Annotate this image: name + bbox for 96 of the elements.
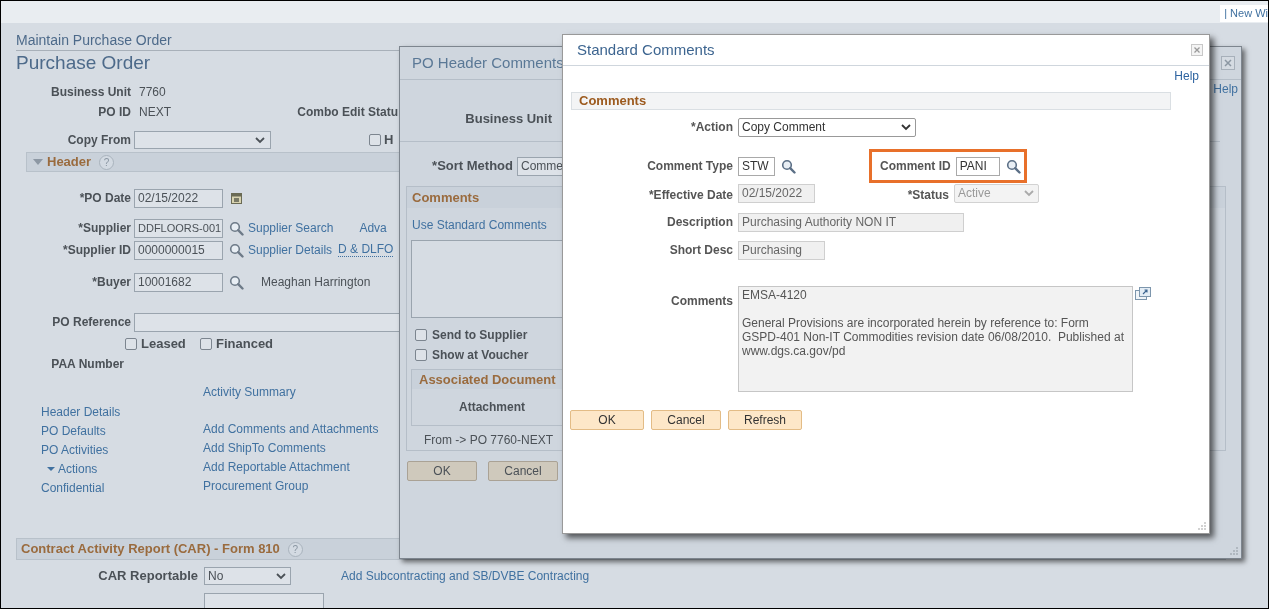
field-label: *PO Date (78, 190, 131, 207)
dropdown-caret-icon (254, 135, 266, 145)
help-icon[interactable]: ? (99, 154, 115, 170)
checkbox[interactable] (200, 338, 212, 350)
link[interactable]: PO Defaults (41, 421, 106, 440)
dropdown-caret-icon (900, 122, 912, 132)
page-title: Purchase Order (16, 51, 151, 75)
field-label: PAA Number (50, 356, 124, 373)
calendar-icon (231, 192, 242, 204)
field-label: Copy From (66, 132, 131, 149)
checkbox-label: Send to Supplier (432, 327, 528, 345)
resize-grip-icon (1198, 522, 1206, 530)
dialog-title: PO Header Comments (412, 52, 564, 73)
dialog-button[interactable]: Cancel (651, 410, 721, 430)
field-label: Description (666, 214, 733, 231)
field-label: Comment Type (646, 158, 733, 175)
field-label: Comment ID (880, 158, 951, 175)
input-field[interactable]: PANI (955, 156, 1000, 176)
field-label: *Status (906, 186, 949, 204)
field-label: *Supplier ID (62, 242, 131, 259)
expand-icon[interactable] (1135, 287, 1151, 300)
link[interactable]: Add ShipTo Comments (203, 438, 326, 457)
field-label: CAR Reportable (97, 567, 198, 586)
field-label: *Action (690, 119, 733, 136)
help-icon[interactable]: ? (287, 541, 303, 557)
link[interactable]: Procurement Group (203, 476, 309, 495)
dropdown[interactable]: No (204, 567, 291, 585)
field-label: *Sort Method (431, 157, 513, 176)
link[interactable]: Supplier Details (248, 241, 333, 259)
field-label: PO ID (97, 104, 131, 121)
link[interactable]: Help (1174, 67, 1199, 85)
checkbox-label: Financed (216, 335, 274, 354)
dropdown[interactable]: Copy Comment (738, 117, 916, 137)
section-title: Header (47, 153, 92, 172)
search-icon (229, 220, 244, 236)
dropdown-caret-icon (275, 571, 287, 581)
buyer-name: Meaghan Harrington (261, 274, 371, 291)
supplier-name-link[interactable]: D & DLFO (338, 243, 394, 257)
field-label: Business Unit (464, 110, 552, 129)
link[interactable]: Add Subcontracting and SB/DVBE Contracting (341, 567, 590, 585)
dropdown[interactable] (134, 131, 271, 149)
close-icon[interactable] (1221, 56, 1235, 70)
search-icon (781, 158, 796, 174)
dialog-button[interactable]: OK (570, 410, 644, 430)
link[interactable]: Actions (58, 459, 98, 478)
link[interactable]: Header Details (41, 402, 121, 421)
search-icon (1005, 158, 1021, 174)
dialog-button[interactable]: Refresh (728, 410, 802, 430)
link[interactable]: Adva (359, 219, 387, 237)
checkbox[interactable] (125, 338, 137, 350)
column-header: Attachment (459, 398, 525, 416)
checkbox-label: Leased (141, 335, 187, 354)
close-icon[interactable] (1191, 44, 1203, 56)
expand-triangle-icon[interactable] (33, 158, 43, 166)
checkbox-label: Show at Voucher (432, 346, 529, 364)
caret-icon (47, 465, 55, 472)
field-label: Combo Edit Statu (296, 104, 398, 121)
link[interactable]: Use Standard Comments (412, 216, 547, 235)
checkbox-label: H (384, 131, 394, 150)
field-label: Comments (670, 293, 733, 310)
field-value: 7760 (139, 84, 166, 101)
link[interactable]: Help (1213, 80, 1238, 98)
search-icon (229, 274, 244, 290)
input-field[interactable]: 10001682 (134, 272, 223, 292)
input-field[interactable]: STW (738, 156, 775, 176)
section-title: Contract Activity Report (CAR) - Form 810 (21, 540, 280, 559)
input-field[interactable]: 02/15/2022 (134, 188, 223, 208)
search-icon (229, 242, 244, 258)
checkbox[interactable] (415, 348, 427, 361)
input-field[interactable]: DDFLOORS-001 (134, 218, 223, 238)
input-field[interactable] (204, 593, 324, 608)
dropdown-caret-icon (1023, 188, 1035, 198)
link[interactable]: | New Wi (1220, 5, 1268, 22)
link[interactable]: Confidential (41, 478, 105, 497)
field-label: Short Desc (668, 242, 733, 259)
field-label: *Supplier (77, 220, 131, 237)
dialog-button[interactable]: OK (407, 461, 477, 481)
section-title: Comments (579, 92, 647, 111)
resize-grip-icon (1230, 547, 1238, 555)
link[interactable]: Activity Summary (203, 382, 296, 401)
dialog-button[interactable]: Cancel (488, 461, 558, 481)
field-label: PO Reference (51, 314, 131, 331)
section-title: Associated Document (419, 370, 556, 389)
field-label: Business Unit (50, 84, 131, 101)
checkbox[interactable] (369, 134, 381, 146)
section-title: Comments (412, 188, 480, 207)
field-value: NEXT (139, 104, 172, 121)
link[interactable]: PO Activities (41, 440, 109, 459)
field-label: *Effective Date (647, 186, 733, 204)
field-label: *Buyer (91, 274, 131, 291)
input-field[interactable]: 0000000015 (134, 240, 223, 260)
source-text: From -> PO 7760-NEXT (424, 432, 554, 450)
checkbox[interactable] (415, 329, 427, 342)
link[interactable]: Add Comments and Attachments (203, 419, 379, 438)
link[interactable]: Supplier Search (248, 219, 334, 237)
link[interactable]: Add Reportable Attachment (203, 457, 350, 476)
